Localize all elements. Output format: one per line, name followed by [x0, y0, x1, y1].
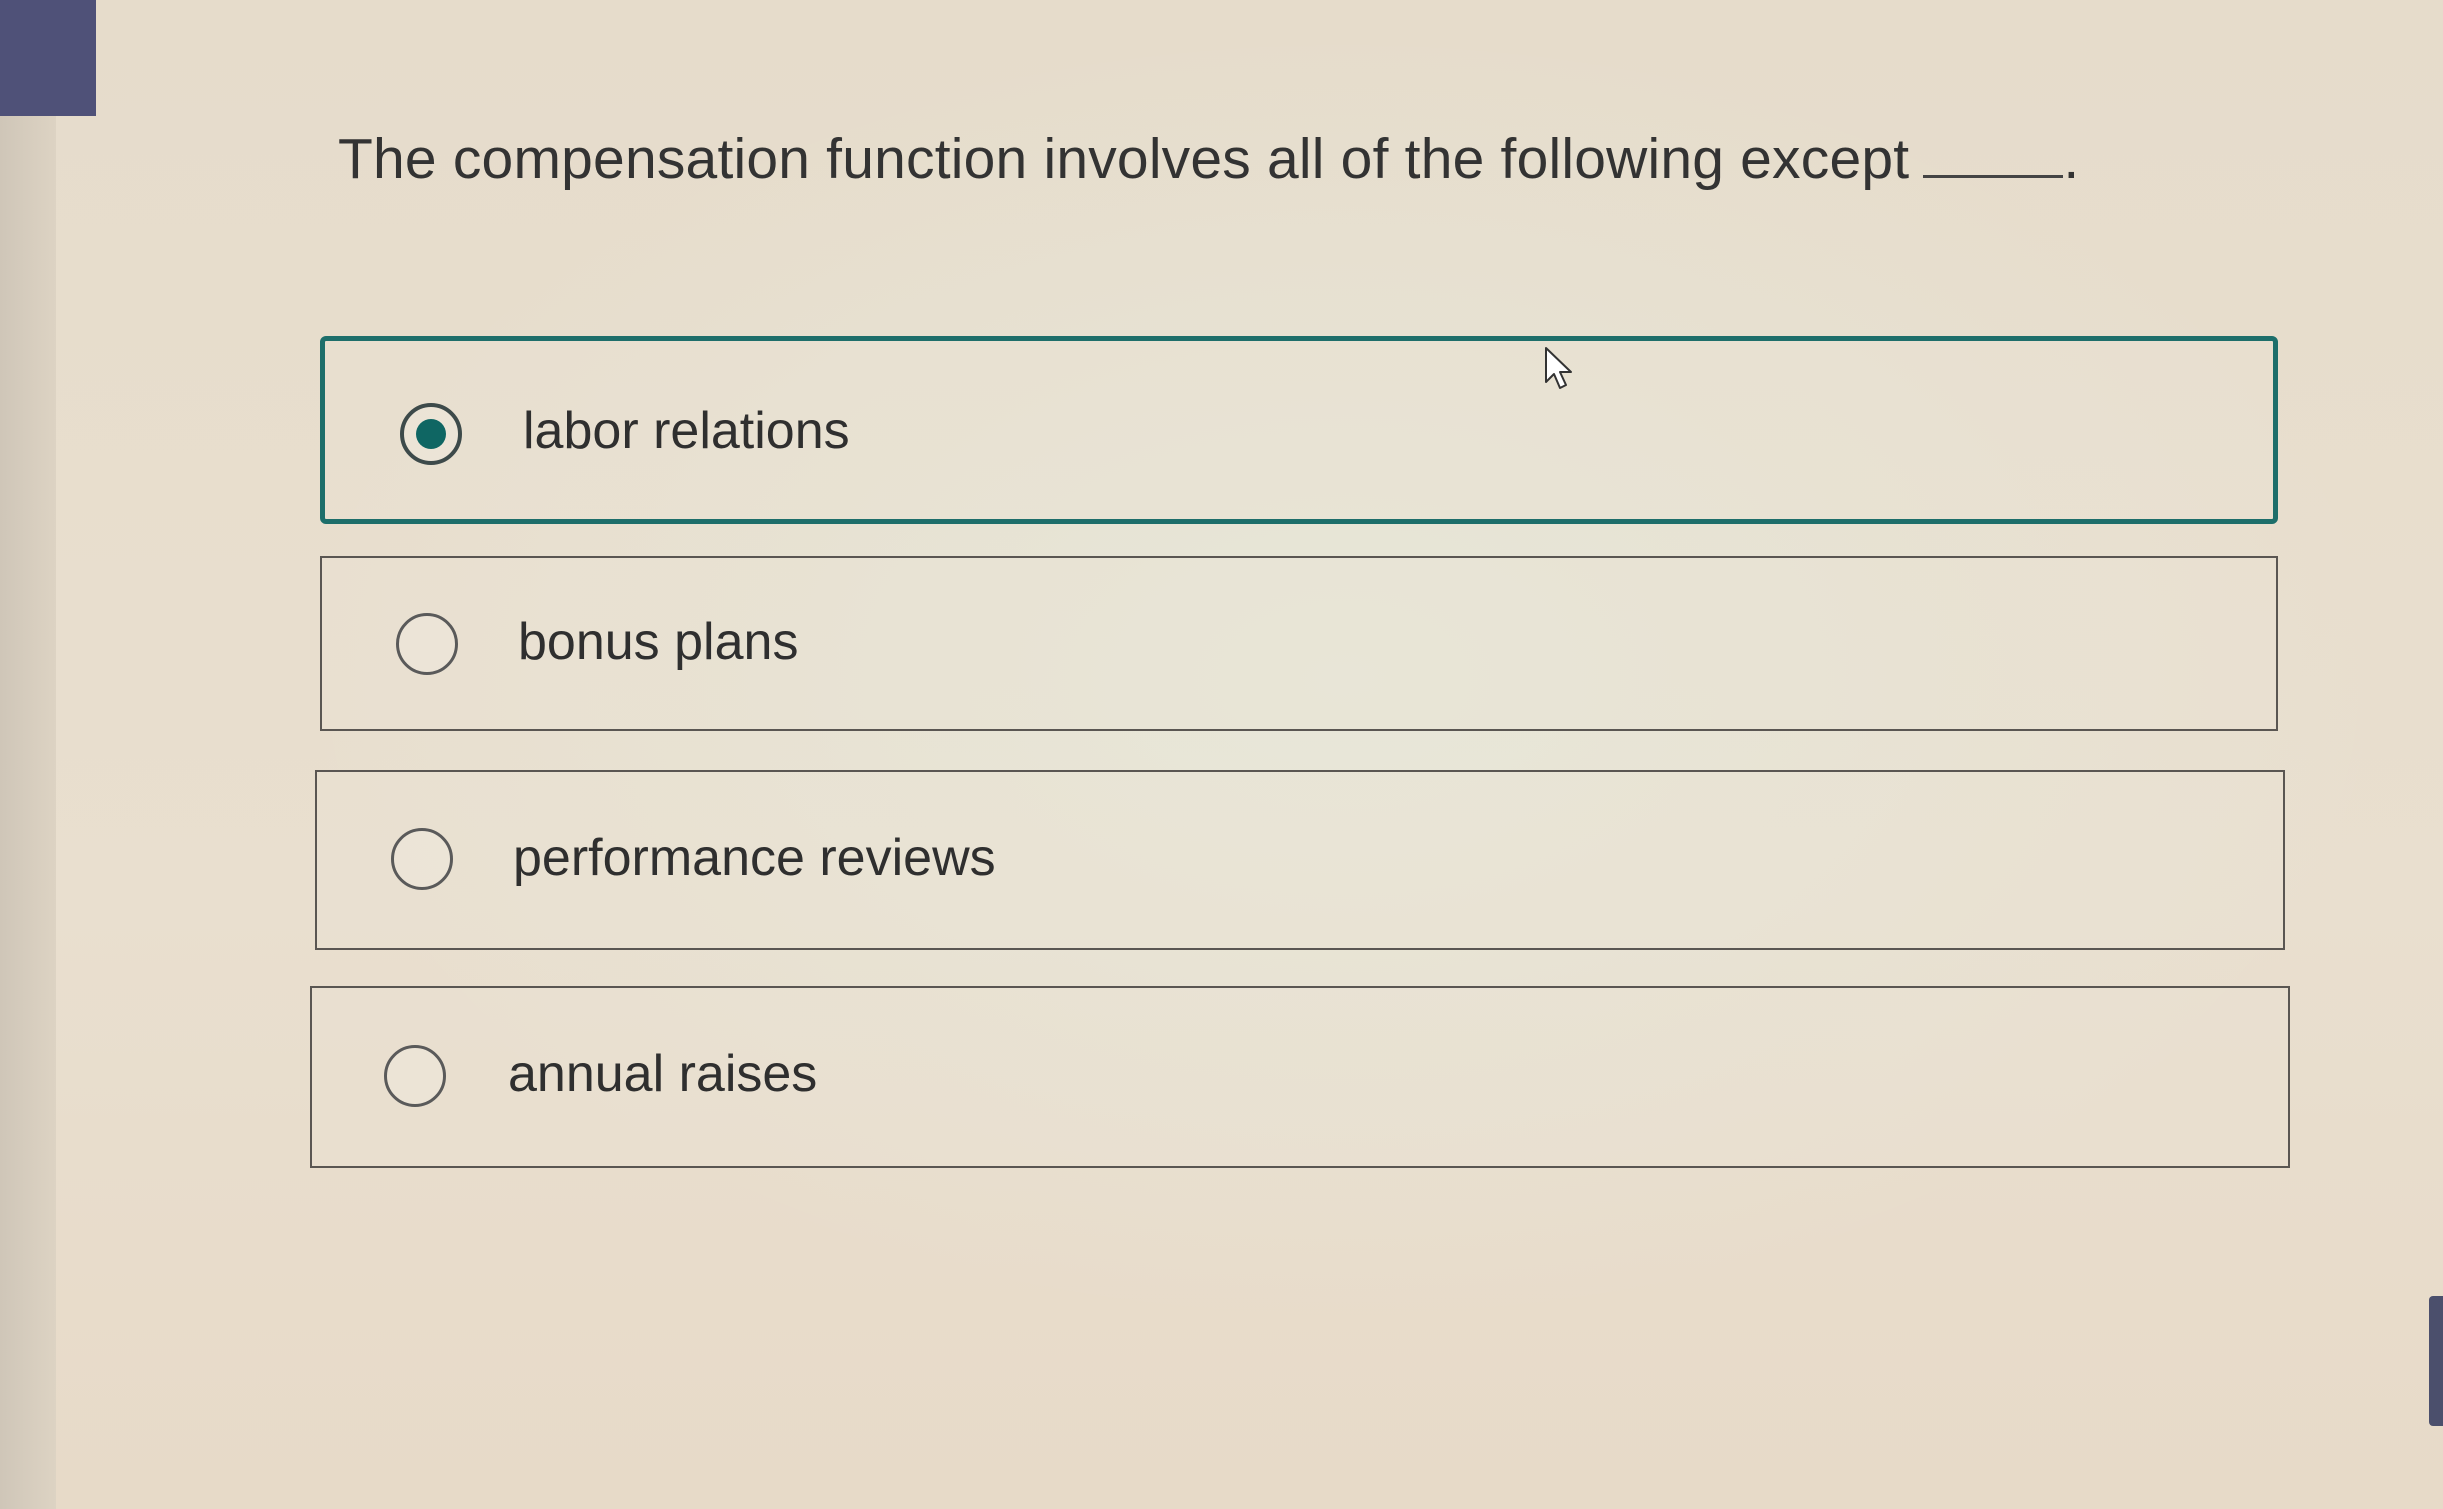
question-text: The compensation function involves all o… — [338, 126, 2079, 192]
option-label: annual raises — [508, 1045, 818, 1103]
question-prompt: The compensation function involves all o… — [338, 127, 1910, 191]
side-strip — [0, 0, 56, 1509]
option-annual-raises[interactable]: annual raises — [310, 986, 2290, 1168]
scroll-edge-tab[interactable] — [2429, 1296, 2443, 1426]
radio-unchecked-icon[interactable] — [391, 828, 453, 890]
option-labor-relations[interactable]: labor relations — [320, 336, 2278, 524]
radio-unchecked-icon[interactable] — [384, 1045, 446, 1107]
option-label: performance reviews — [513, 829, 996, 887]
radio-checked-icon[interactable] — [400, 403, 462, 465]
option-performance-reviews[interactable]: performance reviews — [315, 770, 2285, 950]
mouse-pointer-icon — [1545, 347, 1572, 389]
nav-corner-tab[interactable] — [0, 0, 96, 116]
option-label: labor relations — [523, 402, 850, 460]
option-bonus-plans[interactable]: bonus plans — [320, 556, 2278, 731]
radio-dot — [416, 419, 446, 449]
option-label: bonus plans — [518, 613, 799, 671]
question-period: . — [2063, 127, 2080, 191]
answer-blank — [1923, 167, 2064, 178]
radio-unchecked-icon[interactable] — [396, 613, 458, 675]
